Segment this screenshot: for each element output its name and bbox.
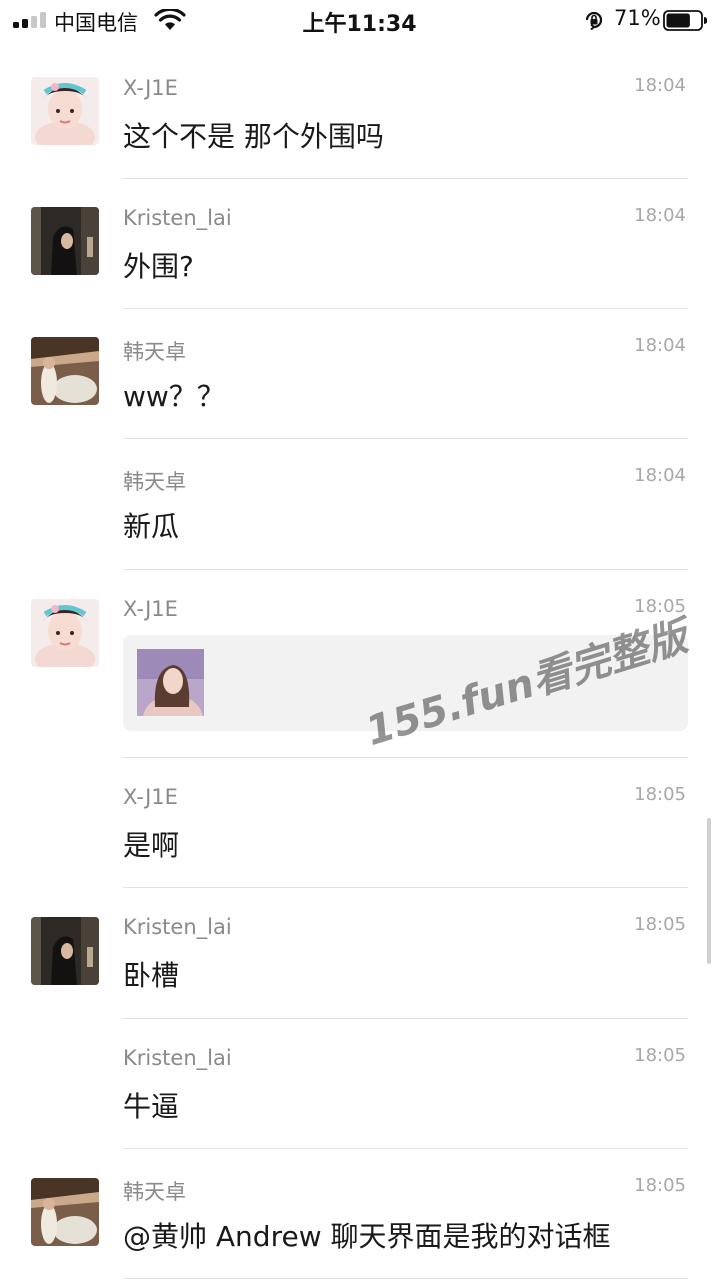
divider bbox=[123, 887, 688, 888]
avatar-han-tianzhuo[interactable] bbox=[31, 1178, 99, 1246]
sender-name[interactable]: Kristen_lai bbox=[123, 206, 232, 230]
divider bbox=[123, 569, 688, 570]
sender-name[interactable]: X-J1E bbox=[123, 785, 178, 809]
message-time: 18:05 bbox=[634, 1045, 686, 1066]
message-text[interactable]: 新瓜 bbox=[123, 505, 179, 545]
avatar-han-tianzhuo[interactable] bbox=[31, 337, 99, 405]
message-time: 18:05 bbox=[634, 1175, 686, 1196]
battery-icon bbox=[663, 10, 707, 31]
message-time: 18:04 bbox=[634, 205, 686, 226]
avatar-x-j1e[interactable] bbox=[31, 77, 99, 145]
clock: 上午11:34 bbox=[302, 12, 417, 37]
divider bbox=[123, 1018, 688, 1019]
avatar-x-j1e[interactable] bbox=[31, 599, 99, 667]
message-time: 18:05 bbox=[634, 784, 686, 805]
avatar-kristen-lai[interactable] bbox=[31, 917, 99, 985]
sender-name[interactable]: Kristen_lai bbox=[123, 915, 232, 939]
message-time: 18:05 bbox=[634, 596, 686, 617]
sender-name[interactable]: X-J1E bbox=[123, 76, 178, 100]
orientation-lock-icon bbox=[585, 11, 603, 31]
status-bar: 中国电信 上午11:34 71% bbox=[0, 0, 719, 40]
message-text[interactable]: 牛逼 bbox=[123, 1085, 179, 1125]
sender-name[interactable]: X-J1E bbox=[123, 597, 178, 621]
scrollbar[interactable] bbox=[707, 818, 711, 964]
avatar-kristen-lai[interactable] bbox=[31, 207, 99, 275]
battery-percent: 71% bbox=[614, 6, 661, 30]
sender-name[interactable]: 韩天卓 bbox=[123, 1176, 186, 1206]
message-text[interactable]: @黄帅 Andrew 聊天界面是我的对话框 bbox=[123, 1215, 611, 1255]
divider bbox=[123, 1148, 688, 1149]
watermark: 155.fun看完整版 bbox=[360, 613, 693, 756]
message-time: 18:04 bbox=[634, 465, 686, 486]
divider bbox=[123, 308, 688, 309]
divider bbox=[123, 438, 688, 439]
message-time: 18:04 bbox=[634, 75, 686, 96]
sender-name[interactable]: 韩天卓 bbox=[123, 466, 186, 496]
divider bbox=[123, 1278, 688, 1279]
image-thumbnail[interactable] bbox=[137, 649, 204, 716]
message-time: 18:05 bbox=[634, 914, 686, 935]
message-time: 18:04 bbox=[634, 335, 686, 356]
message-text[interactable]: ww？？ bbox=[123, 375, 225, 415]
message-text[interactable]: 是啊 bbox=[123, 824, 179, 864]
message-text[interactable]: 卧槽 bbox=[123, 954, 179, 994]
message-text[interactable]: 外围? bbox=[123, 245, 194, 285]
sender-name[interactable]: 韩天卓 bbox=[123, 336, 186, 366]
sender-name[interactable]: Kristen_lai bbox=[123, 1046, 232, 1070]
message-text[interactable]: 这个不是 那个外围吗 bbox=[123, 115, 384, 155]
divider bbox=[123, 178, 688, 179]
